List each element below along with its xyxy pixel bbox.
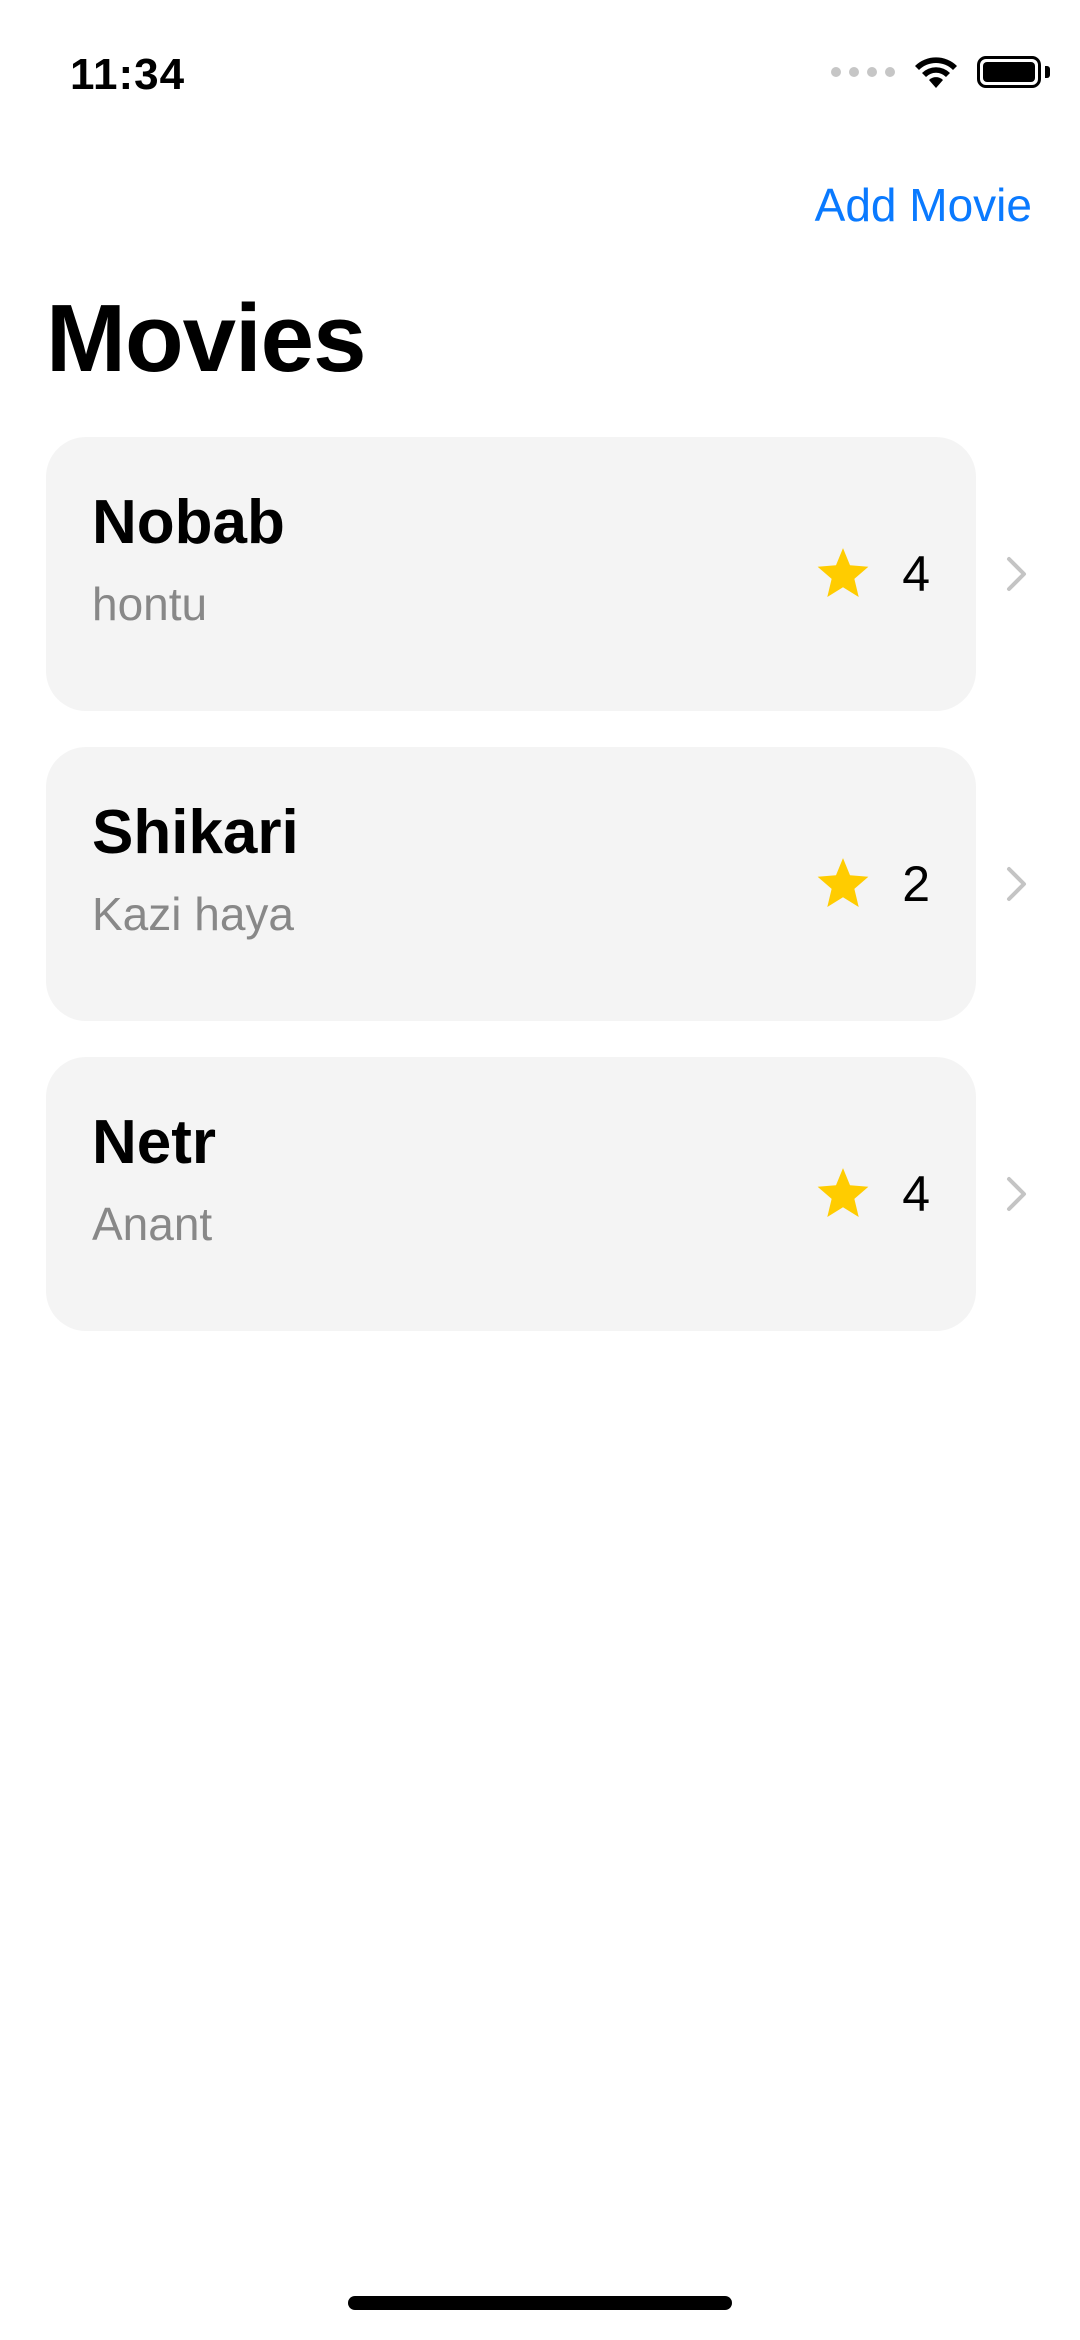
status-bar: 11:34 [0,0,1080,150]
movie-card[interactable]: Netr Anant 4 [46,1057,976,1331]
add-movie-button[interactable]: Add Movie [815,178,1032,232]
movie-title: Shikari [92,798,299,867]
page-title: Movies [46,285,366,392]
movie-card[interactable]: Shikari Kazi haya 2 [46,747,976,1021]
movie-card[interactable]: Nobab hontu 4 [46,437,976,711]
signal-icon [831,67,895,77]
movie-subtitle: Anant [92,1198,213,1250]
movie-title: Nobab [92,488,285,557]
chevron-right-icon [1006,437,1028,711]
list-item[interactable]: Nobab hontu 4 [46,437,1056,711]
rating-value: 4 [902,546,930,602]
chevron-right-icon [1006,747,1028,1021]
movie-subtitle: Kazi haya [92,888,295,940]
star-icon [814,1166,872,1222]
chevron-right-icon [1006,1057,1028,1331]
star-icon [814,546,872,602]
movie-rating: 4 [814,437,930,711]
movie-rating: 2 [814,747,930,1021]
movie-rating: 4 [814,1057,930,1331]
rating-value: 2 [902,856,930,912]
movie-subtitle: hontu [92,578,208,630]
wifi-icon [913,55,959,89]
movie-list: Nobab hontu 4 Shikari Kazi haya 2 Netr A… [46,437,1056,1367]
movie-title: Netr [92,1108,217,1177]
battery-icon [977,56,1050,88]
star-icon [814,856,872,912]
home-indicator[interactable] [348,2296,732,2310]
status-icons [831,55,1050,89]
list-item[interactable]: Netr Anant 4 [46,1057,1056,1331]
rating-value: 4 [902,1166,930,1222]
list-item[interactable]: Shikari Kazi haya 2 [46,747,1056,1021]
status-time: 11:34 [70,50,186,99]
